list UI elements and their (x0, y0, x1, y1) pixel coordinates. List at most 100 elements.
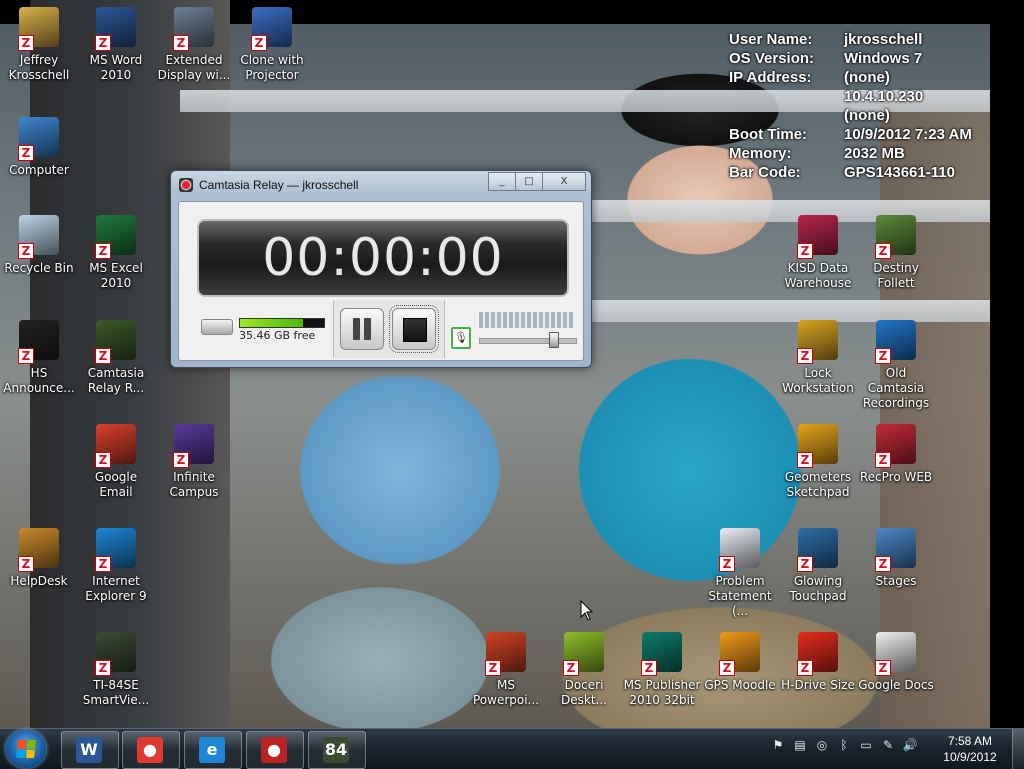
desktop-icon[interactable]: Z GPS Moodle (701, 630, 779, 693)
z-badge-icon: Z (485, 660, 501, 676)
start-button[interactable] (6, 730, 46, 768)
desktop-icon[interactable]: Z MS Powerpoi... (467, 630, 545, 708)
desktop-icon[interactable]: Z RecPro WEB (857, 422, 935, 485)
camtasia-relay-window[interactable]: Camtasia Relay — jkrosschell _ □ X 00:00… (170, 170, 592, 368)
moodle-icon: Z (717, 630, 763, 676)
recording-controls (333, 300, 445, 358)
sync-icon[interactable]: ◎ (814, 737, 830, 753)
desktop-icon[interactable]: Z Destiny Follett (857, 213, 935, 291)
desktop-icon[interactable]: Z Infinite Campus (155, 422, 233, 500)
volume-slider-thumb[interactable] (548, 332, 559, 348)
sysinfo-key (729, 87, 844, 106)
desktop-icon-label: Infinite Campus (169, 470, 219, 499)
minimize-button[interactable]: _ (488, 172, 516, 191)
sysinfo-value: 10/9/2012 7:23 AM (844, 126, 972, 143)
z-badge-icon: Z (18, 35, 34, 51)
desktop-icon[interactable]: Z Old Camtasia Recordings (857, 318, 935, 411)
desktop-icon[interactable]: Z Camtasia Relay R... (77, 318, 155, 396)
chrome-icon: ● (137, 737, 163, 763)
desktop-icon[interactable]: Z HS Announce... (0, 318, 78, 396)
tree-icon: Z (873, 213, 919, 259)
desktop-icon[interactable]: Z Extended Display wi... (155, 5, 233, 83)
desktop-icon[interactable]: Z Glowing Touchpad (779, 526, 857, 604)
desktop-icon[interactable]: Z Problem Statement (... (701, 526, 779, 619)
desktop-icon[interactable]: Z MS Publisher 2010 32bit (623, 630, 701, 708)
system-info-overlay: User Name: jkrosschell OS Version: Windows … (729, 30, 972, 182)
flag-icon[interactable]: ⚑ (770, 737, 786, 753)
z-badge-icon: Z (95, 452, 111, 468)
desktop-icon[interactable]: Z Doceri Deskt... (545, 630, 623, 708)
desktop-icon[interactable]: Z HelpDesk (0, 526, 78, 589)
sysinfo-row: Bar Code: GPS143661-110 (729, 163, 972, 182)
microphone-icon[interactable]: 🎙 (451, 327, 471, 349)
desktop-icon[interactable]: Z Geometers Sketchpad (779, 422, 857, 500)
taskbar-clock[interactable]: 7:58 AM 10/9/2012 (938, 733, 1002, 765)
document-icon: Z (717, 526, 763, 572)
pause-button[interactable] (340, 308, 384, 350)
desktop-icon[interactable]: Z TI-84SE SmartVie... (77, 630, 155, 708)
display-icon: Z (171, 5, 217, 51)
desktop-icon[interactable]: Z Google Email (77, 422, 155, 500)
desktop-icon[interactable]: Z Google Docs (857, 630, 935, 693)
taskbar: W ● e ● 84 ⚑ ▤ ◎ ᛒ ▭ ✎ 🔊 7:58 AM 10/9/2012 (0, 728, 1024, 769)
system-tray: ⚑ ▤ ◎ ᛒ ▭ ✎ 🔊 (770, 737, 918, 753)
desktop-icon[interactable]: Z MS Excel 2010 (77, 213, 155, 291)
close-button[interactable]: X (542, 172, 586, 191)
disk-free-label: 35.46 GB free (239, 329, 316, 342)
desktop-icon[interactable]: Z MS Word 2010 (77, 5, 155, 83)
desktop-icon-label: Problem Statement (... (708, 574, 772, 618)
sysinfo-row: (none) (729, 106, 972, 125)
stop-button[interactable] (389, 305, 439, 353)
announce-icon: Z (16, 318, 62, 364)
desktop-icon-label: HS Announce... (3, 366, 75, 395)
sysinfo-key: Bar Code: (729, 164, 801, 181)
sysinfo-value: 10.4.10.230 (844, 88, 924, 105)
desktop-icon-label: Extended Display wi... (157, 53, 231, 82)
desktop-icon[interactable]: Z Recycle Bin (0, 213, 78, 276)
taskbar-button-chrome[interactable]: ● (122, 731, 180, 769)
sysinfo-row: 10.4.10.230 (729, 87, 972, 106)
taskbar-button-camtasia-relay[interactable]: ● (246, 731, 304, 769)
sysinfo-row: OS Version: Windows 7 (729, 49, 972, 68)
sysinfo-key: User Name: (729, 31, 813, 48)
bluetooth-icon[interactable]: ᛒ (836, 737, 852, 753)
desktop-icon[interactable]: Z Internet Explorer 9 (77, 526, 155, 604)
stages-icon: Z (873, 526, 919, 572)
volume-icon[interactable]: 🔊 (902, 737, 918, 753)
desktop-icon-label: Clone with Projector (240, 53, 304, 82)
sysinfo-key (729, 106, 844, 125)
z-badge-icon: Z (797, 348, 813, 364)
volume-slider[interactable] (479, 332, 577, 348)
taskbar-button-internet-explorer[interactable]: e (184, 731, 242, 769)
maximize-button[interactable]: □ (515, 172, 543, 191)
z-badge-icon: Z (563, 660, 579, 676)
display-icon[interactable]: ▭ (858, 737, 874, 753)
desktop-icon[interactable]: Z Computer (0, 115, 78, 178)
desktop-icon[interactable]: Z Clone with Projector (233, 5, 311, 83)
recycle-bin-icon: Z (16, 213, 62, 259)
z-badge-icon: Z (18, 243, 34, 259)
z-badge-icon: Z (875, 243, 891, 259)
taskbar-button-ti-84-smartview[interactable]: 84 (308, 731, 366, 769)
taskbar-button-word[interactable]: W (61, 731, 119, 769)
desktop-icon[interactable]: Z Jeffrey Krosschell (0, 5, 78, 83)
desktop-icon-label: MS Excel 2010 (89, 261, 143, 290)
desktop-icon-label: Google Docs (858, 678, 934, 692)
z-badge-icon: Z (797, 452, 813, 468)
network-icon[interactable]: ▤ (792, 737, 808, 753)
gmail-icon: Z (93, 422, 139, 468)
desktop-icon[interactable]: Z KISD Data Warehouse (779, 213, 857, 291)
show-desktop-button[interactable] (1012, 729, 1024, 769)
sysinfo-key: Boot Time: (729, 126, 808, 143)
z-badge-icon: Z (719, 556, 735, 572)
desktop-icon-label: Old Camtasia Recordings (862, 366, 930, 410)
desktop-icon[interactable]: Z Lock Workstation (779, 318, 857, 396)
sysinfo-value: 2032 MB (844, 145, 905, 162)
tools-icon[interactable]: ✎ (880, 737, 896, 753)
desktop-icon[interactable]: Z Stages (857, 526, 935, 589)
window-titlebar[interactable]: Camtasia Relay — jkrosschell _ □ X (171, 171, 591, 199)
z-badge-icon: Z (875, 556, 891, 572)
desktop-icon-label: Recycle Bin (4, 261, 74, 275)
projector-icon: Z (249, 5, 295, 51)
desktop-icon[interactable]: Z H-Drive Size (779, 630, 857, 693)
